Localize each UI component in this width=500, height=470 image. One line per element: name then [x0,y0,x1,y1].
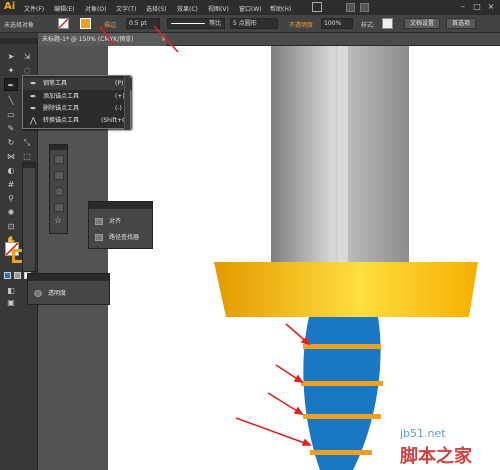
symbol-sprayer-tool-icon[interactable]: ✺ [4,206,18,219]
mesh-tool-icon[interactable]: # [4,178,18,191]
color-mode-icon[interactable] [4,272,11,279]
panel-item-label: 对齐 [109,218,122,225]
flyout-tearoff-bar[interactable] [124,76,130,130]
selection-tool-icon[interactable]: ➤ [4,50,18,63]
palette-header[interactable] [50,145,67,150]
handle-stripe [303,344,381,349]
pen-icon: ✒ [30,79,37,88]
transparency-icon [34,290,42,297]
handle-stripe [301,381,383,386]
star-icon[interactable]: ☆ [54,217,64,226]
ellipse-icon[interactable] [54,187,64,196]
panel-item-pathfinder[interactable]: 路径查找器 [95,232,139,244]
polygon-icon[interactable] [54,203,64,212]
secondary-tool-palette [22,162,36,272]
scale-tool-icon[interactable]: ⤡ [20,136,34,149]
flyout-shortcut: (-) [115,105,122,112]
handle-stripe [310,450,372,455]
transparency-panel: 透明度 [27,273,110,305]
flyout-shortcut: (P) [115,80,124,87]
rectangle-icon[interactable] [54,155,64,164]
palette-header[interactable] [23,163,35,168]
flyout-label: 钢笔工具 [43,80,68,87]
panel-item-transparency[interactable]: 透明度 [34,288,66,300]
blade-highlight [338,46,348,263]
watermark-site: jb51.net [400,427,446,440]
flyout-label: 添加锚点工具 [43,93,80,100]
watermark-name: 脚本之家 [400,446,472,467]
flyout-add-anchor-tool[interactable]: ✒ 添加锚点工具 (+) [23,91,132,103]
rectangle-tool-icon[interactable]: ▭ [4,108,18,121]
pathfinder-icon [95,234,103,241]
panel-item-align[interactable]: 对齐 [95,216,121,228]
flyout-convert-anchor-tool[interactable]: ⋀ 转换锚点工具 (Shift+C) [23,115,132,127]
panel-item-label: 路径查找器 [109,234,140,241]
delete-anchor-icon: ✒ [30,104,37,113]
panel-item-label: 透明度 [48,290,67,297]
line-tool-icon[interactable]: ╲ [4,94,18,107]
tools-panel-header[interactable] [0,38,38,44]
flyout-label: 删除锚点工具 [43,105,80,112]
screen-mode-icon[interactable]: ▣ [4,296,18,309]
panel-header[interactable] [28,274,109,281]
shape-tool-palette: ☆ [49,144,68,234]
convert-anchor-icon: ⋀ [30,116,37,125]
illustrator-window: Ai 文件(F) 编辑(E) 对象(O) 文字(T) 选择(S) 效果(C) 视… [0,0,500,470]
gradient-mode-icon[interactable] [14,272,21,279]
flyout-delete-anchor-tool[interactable]: ✒ 删除锚点工具 (-) [23,103,132,115]
flyout-label: 转换锚点工具 [43,117,80,124]
magic-wand-tool-icon[interactable]: ✦ [4,64,18,77]
crossguard [214,262,478,317]
paintbrush-tool-icon[interactable]: ✎ [4,122,18,135]
pen-tool-icon[interactable]: ✒ [4,78,18,91]
direct-selection-tool-icon[interactable]: ⇲ [20,50,34,63]
align-pathfinder-panel: 对齐 路径查找器 [88,201,153,249]
eyedropper-tool-icon[interactable]: ⚲ [4,192,18,205]
rounded-rectangle-icon[interactable] [54,171,64,180]
align-icon [95,218,103,225]
shape-builder-tool-icon[interactable]: ◐ [4,164,18,177]
width-tool-icon[interactable]: ⋈ [4,150,18,163]
add-anchor-icon: ✒ [30,92,37,101]
flyout-pen-tool[interactable]: ✒ 钢笔工具 (P) [23,78,132,90]
pen-tool-flyout: ✒ 钢笔工具 (P) ✒ 添加锚点工具 (+) ✒ 删除锚点工具 (-) ⋀ 转… [22,75,132,130]
panel-header[interactable] [89,202,152,209]
handle [303,317,381,470]
handle-stripe [303,414,381,419]
rotate-tool-icon[interactable]: ↻ [4,136,18,149]
sword-artwork[interactable] [0,0,500,470]
artboard-tool-icon[interactable]: ⊡ [4,220,18,233]
